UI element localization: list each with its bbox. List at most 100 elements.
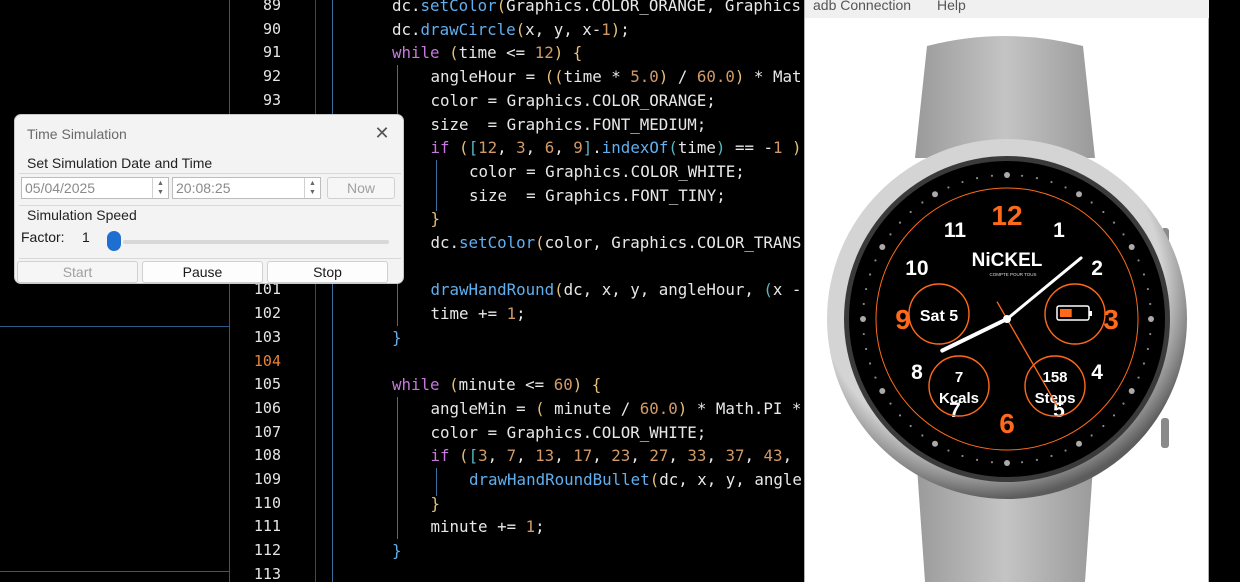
factor-label: Factor:	[21, 229, 65, 245]
indent-guide	[332, 0, 334, 582]
minute-dot	[1122, 233, 1125, 236]
minute-dot	[1146, 287, 1149, 291]
code-line: color = Graphics.COLOR_WHITE;	[430, 422, 707, 442]
code-line: }	[392, 541, 402, 561]
line-number: 109	[253, 470, 281, 488]
minute-dot	[909, 210, 912, 214]
hour-marker	[1004, 460, 1010, 466]
line-number: 93	[262, 90, 281, 109]
speed-slider-thumb[interactable]	[107, 231, 121, 251]
minute-dot	[990, 174, 994, 177]
code-line: minute += 1;	[430, 517, 545, 537]
code-line: color = Graphics.COLOR_WHITE;	[469, 161, 745, 181]
code-line: while (minute <= 60) {	[392, 375, 602, 395]
hour-numeral: 3	[1103, 304, 1119, 335]
hour-marker	[1128, 244, 1135, 250]
simulator-window: adb Connection Help 12 1 2 3 4 5 6 7 8 9 10 11 NiC	[804, 0, 1209, 582]
minute-dot	[898, 414, 902, 417]
explorer-panel	[0, 0, 230, 582]
simulator-menubar: adb Connection Help	[805, 0, 1209, 18]
minute-dot	[1035, 458, 1039, 461]
hour-numeral: 10	[905, 257, 928, 280]
now-button[interactable]: Now	[327, 177, 395, 199]
line-number: 112	[253, 541, 281, 560]
panel-divider	[0, 571, 230, 572]
line-number: 90	[262, 19, 281, 38]
hour-numeral: 2	[1091, 257, 1103, 280]
minute-dot	[1064, 186, 1067, 189]
time-value: 20:08:25	[176, 180, 231, 196]
indent-guide	[435, 468, 437, 496]
close-icon[interactable]: ✕	[374, 124, 390, 142]
start-button[interactable]: Start	[17, 261, 138, 283]
minute-dot	[862, 332, 865, 336]
minute-dot	[1020, 174, 1024, 177]
line-number: 107	[253, 422, 281, 441]
hour-marker	[1076, 440, 1082, 447]
brand-tagline: COMPTE POUR TOUS	[989, 272, 1036, 277]
minute-dot	[1112, 414, 1116, 417]
hour-marker	[1128, 388, 1135, 394]
minute-dot	[898, 221, 902, 224]
hour-numeral: 1	[1053, 219, 1065, 242]
line-number: 92	[262, 67, 281, 86]
minute-dot	[1064, 449, 1067, 452]
minute-dot	[1090, 434, 1093, 437]
minute-dot	[868, 273, 872, 276]
hour-numeral: 4	[1091, 361, 1103, 384]
code-line: if ([12, 3, 6, 9].indexOf(time) == -1 )	[430, 138, 802, 158]
minute-dot	[961, 454, 964, 458]
code-line: if ([3, 7, 13, 17, 23, 27, 33, 37, 43,	[430, 446, 793, 466]
hour-marker	[932, 191, 938, 198]
minute-dot	[1122, 402, 1125, 405]
code-line: dc.setColor(Graphics.COLOR_ORANGE, Graph…	[392, 0, 801, 15]
hour-marker	[879, 388, 886, 394]
kcal-value: 7	[955, 369, 963, 386]
pause-button[interactable]: Pause	[142, 261, 263, 283]
indent-guide	[435, 159, 437, 212]
line-number: 111	[253, 517, 281, 536]
line-number: 110	[253, 493, 281, 512]
date-spinner[interactable]: ▲ ▼	[152, 178, 168, 198]
time-field[interactable]: 20:08:25 ▲ ▼	[172, 177, 321, 199]
minute-dot	[921, 201, 924, 204]
time-spinner[interactable]: ▲ ▼	[304, 178, 320, 198]
date-time-group-label: Set Simulation Date and Time	[27, 155, 213, 171]
indent-guide	[397, 396, 398, 540]
code-line: color = Graphics.COLOR_ORANGE;	[430, 90, 716, 110]
panel-divider	[0, 326, 230, 327]
date-field[interactable]: 05/04/2025 ▲ ▼	[21, 177, 169, 199]
hour-marker	[860, 316, 866, 322]
date-complication: Sat 5	[920, 308, 958, 325]
steps-label: Steps	[1035, 390, 1076, 407]
code-line: size = Graphics.FONT_TINY;	[469, 185, 726, 205]
minute-dot	[1050, 454, 1053, 458]
hour-numeral: 9	[895, 304, 911, 335]
minute-dot	[874, 259, 877, 262]
hour-marker	[932, 440, 938, 447]
hour-numeral: 6	[999, 408, 1015, 439]
minute-dot	[865, 287, 868, 291]
line-number: 106	[253, 398, 281, 417]
minute-dot	[1102, 424, 1105, 428]
menu-help[interactable]: Help	[937, 0, 966, 13]
speed-group-label: Simulation Speed	[27, 207, 137, 223]
code-line: drawHandRound(dc, x, y, angleHour, (x -	[430, 280, 802, 300]
minute-dot	[909, 424, 912, 428]
minute-dot	[1146, 347, 1149, 351]
minute-dot	[975, 458, 979, 461]
menu-adb-connection[interactable]: adb Connection	[813, 0, 911, 13]
code-line: size = Graphics.FONT_MEDIUM;	[430, 114, 707, 134]
battery-tip	[1089, 311, 1092, 316]
watch-button-bottom	[1161, 418, 1169, 448]
stop-button[interactable]: Stop	[267, 261, 388, 283]
minute-dot	[889, 233, 892, 236]
line-number: 113	[253, 564, 281, 582]
speed-slider-track[interactable]	[123, 240, 389, 244]
hour-numeral: 8	[911, 361, 923, 384]
minute-dot	[990, 461, 994, 464]
line-number: 103	[253, 327, 281, 346]
code-line: angleMin = ( minute / 60.0) * Math.PI *	[430, 398, 802, 418]
battery-level	[1060, 309, 1072, 317]
line-number: 91	[262, 43, 281, 62]
